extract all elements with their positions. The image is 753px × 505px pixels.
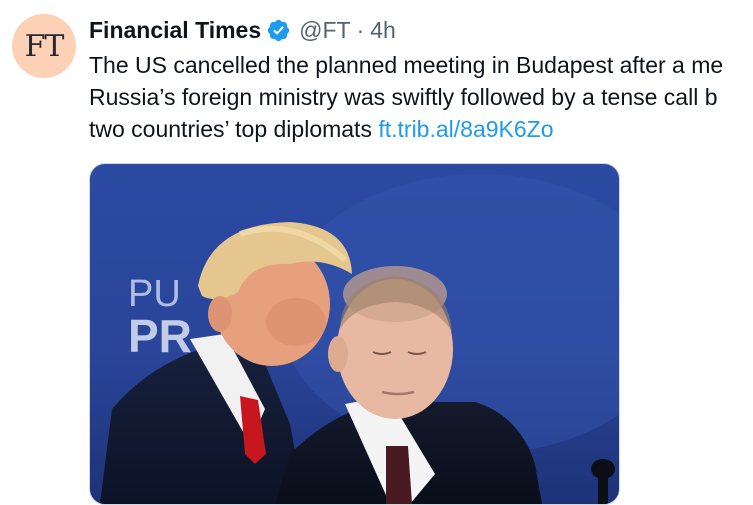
avatar-logo-text: FT [24,28,65,64]
tweet-text-line: two countries’ top diplomats ft.trib.al/… [89,113,753,145]
tweet-photo[interactable]: PU PR [89,163,620,505]
user-handle[interactable]: @FT [299,17,350,44]
backdrop-text: PU [128,273,181,315]
tweet-header: Financial Times @FT · 4h [89,14,396,46]
separator-dot: · [356,16,365,43]
timestamp[interactable]: 4h [370,17,396,44]
tweet-text: The US cancelled the planned meeting in … [89,49,753,145]
photo-illustration: PU PR [100,174,619,504]
tweet-text-fragment: two countries’ top diplomats [89,116,379,142]
backdrop-text: PR [128,310,192,362]
tweet-text-line: Russia’s foreign ministry was swiftly fo… [89,84,718,110]
verified-badge-icon [267,19,290,41]
display-name[interactable]: Financial Times [89,17,261,44]
tweet-text-line: The US cancelled the planned meeting in … [89,52,724,78]
article-link[interactable]: ft.trib.al/8a9K6Zo [378,116,553,142]
ft-avatar[interactable]: FT [12,14,76,78]
